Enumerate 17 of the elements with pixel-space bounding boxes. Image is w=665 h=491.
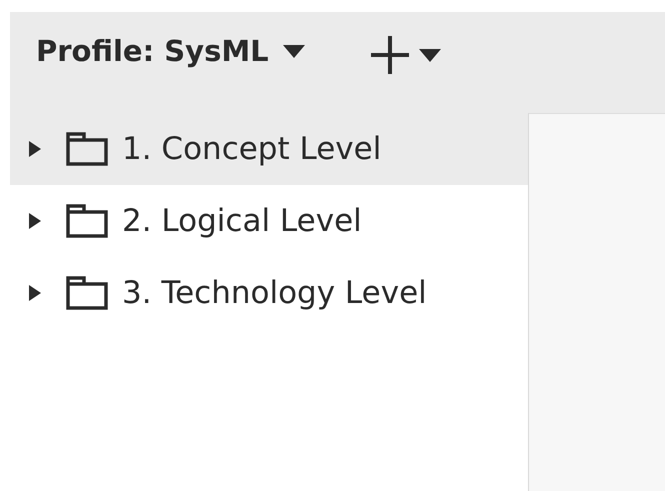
profile-dropdown[interactable]: Profile: SysML: [36, 34, 305, 69]
expander-icon[interactable]: [26, 141, 42, 157]
tree-item[interactable]: 1. Concept Level: [10, 113, 528, 185]
tree-item[interactable]: 2. Logical Level: [10, 185, 528, 257]
expander-icon[interactable]: [26, 213, 42, 229]
tree-item-label: 3. Technology Level: [122, 274, 427, 313]
add-button[interactable]: [370, 36, 441, 74]
folder-icon: [66, 204, 108, 238]
caret-icon: [282, 44, 305, 58]
tree-item-label: 1. Concept Level: [122, 130, 382, 169]
expander-icon[interactable]: [26, 285, 42, 301]
plus-icon: [370, 36, 409, 74]
folder-icon: [66, 276, 108, 310]
tree-item-label: 2. Logical Level: [122, 202, 362, 241]
folder-icon: [66, 132, 108, 166]
tree-item[interactable]: 3. Technology Level: [10, 257, 528, 329]
caret-icon: [418, 48, 441, 62]
